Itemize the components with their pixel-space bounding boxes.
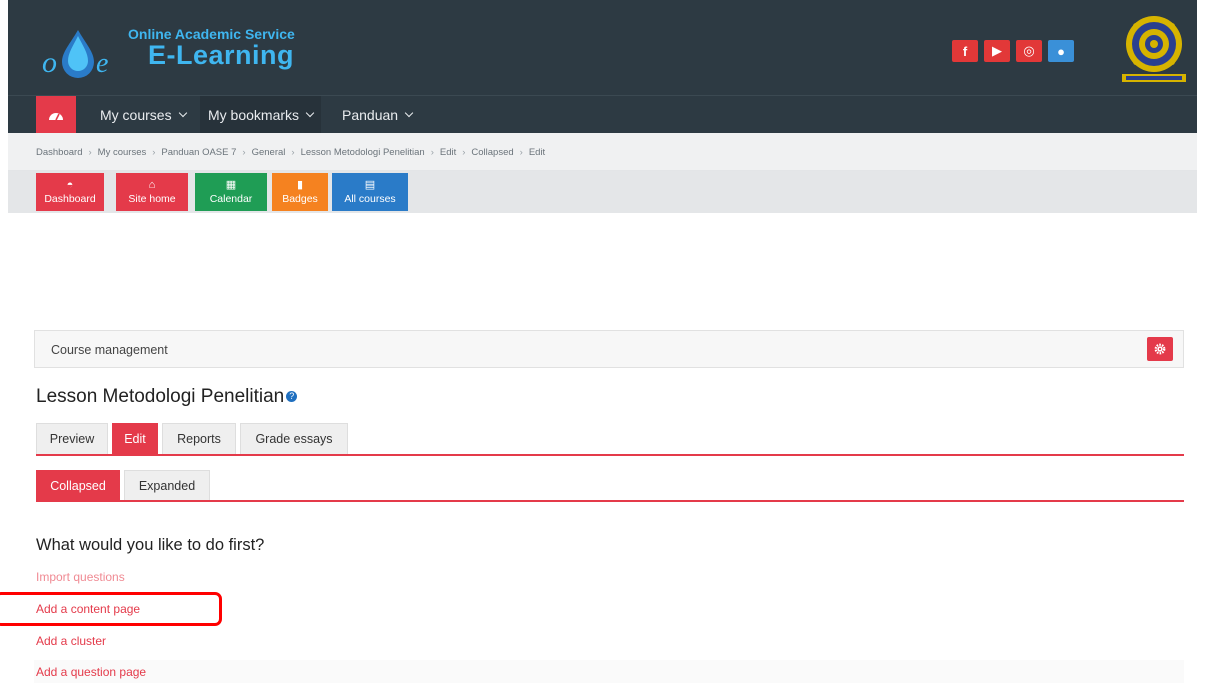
course-management-bar: Course management (34, 330, 1184, 368)
breadcrumb-item[interactable]: Edit (440, 147, 456, 158)
chevron-right-icon: › (291, 147, 295, 158)
tab-reports[interactable]: Reports (162, 423, 236, 454)
page-title: Lesson Metodologi Penelitian? (36, 386, 298, 408)
edit-mode-tabs: Collapsed Expanded (36, 470, 1184, 502)
list-item (34, 660, 1184, 683)
facebook-icon[interactable]: f (952, 40, 978, 62)
calendar-icon: ▦ (225, 178, 237, 191)
course-management-label: Course management (51, 343, 168, 357)
calendar-button-label: Calendar (209, 192, 253, 205)
add-question-page-link[interactable]: Add a question page (36, 665, 146, 679)
youtube-icon[interactable]: ▶ (984, 40, 1010, 62)
badges-button-label: Badges (282, 192, 318, 205)
chevron-down-icon (178, 108, 187, 118)
tab-edit[interactable]: Edit (112, 423, 158, 454)
breadcrumb-item[interactable]: Lesson Metodologi Penelitian (301, 147, 425, 158)
chevron-right-icon: › (88, 147, 92, 158)
site-home-button[interactable]: ⌂ Site home (116, 173, 188, 211)
website-icon[interactable]: ● (1048, 40, 1074, 62)
nav-panduan-label: Panduan (342, 107, 399, 123)
tab-grade-essays[interactable]: Grade essays (240, 423, 348, 454)
site-header: o e Online Academic Service E-Learning f… (8, 0, 1197, 95)
chevron-right-icon: › (519, 147, 523, 158)
section-heading: What would you like to do first? (36, 536, 265, 554)
all-courses-button-label: All courses (344, 192, 396, 205)
dashboard-icon: ◓ (66, 178, 74, 191)
nav-home-button[interactable] (36, 96, 76, 134)
chevron-right-icon: › (430, 147, 434, 158)
breadcrumb-item: Edit (528, 147, 546, 158)
tab-collapsed[interactable]: Collapsed (36, 470, 120, 500)
breadcrumb-item[interactable]: My courses (98, 147, 147, 158)
all-courses-button[interactable]: ▤ All courses (332, 173, 408, 211)
chevron-right-icon: › (242, 147, 246, 158)
tab-preview[interactable]: Preview (36, 423, 108, 454)
nav-my-courses[interactable]: My courses (100, 96, 187, 134)
calendar-button[interactable]: ▦ Calendar (195, 173, 267, 211)
svg-text:o: o (42, 46, 57, 78)
breadcrumb-bar: Dashboard › My courses › Panduan OASE 7 › G… (8, 133, 1197, 171)
main-navigation: My courses My bookmarks Panduan (8, 95, 1197, 134)
logo-title: E-Learning (148, 40, 295, 70)
nav-panduan[interactable]: Panduan (342, 96, 414, 134)
site-home-button-label: Site home (128, 192, 176, 205)
breadcrumb: Dashboard › My courses › Panduan OASE 7 › G… (36, 147, 545, 158)
university-emblem-icon (1122, 16, 1186, 82)
chevron-right-icon: › (462, 147, 466, 158)
breadcrumb-item[interactable]: Dashboard (36, 147, 82, 158)
import-questions-link[interactable]: Import questions (36, 570, 125, 584)
page-title-text: Lesson Metodologi Penelitian (36, 386, 285, 407)
dashboard-icon (49, 113, 63, 121)
lesson-tabs: Preview Edit Reports Grade essays (36, 423, 1184, 456)
dashboard-button[interactable]: ◓ Dashboard (36, 173, 104, 211)
chevron-down-icon (404, 108, 414, 118)
chevron-down-icon (305, 108, 315, 118)
tab-expanded[interactable]: Expanded (124, 470, 210, 500)
bookmark-icon: ▮ (296, 178, 304, 191)
logo-drops-icon: o e (42, 30, 108, 78)
home-icon: ⌂ (148, 178, 156, 191)
nav-my-bookmarks[interactable]: My bookmarks (200, 96, 322, 134)
breadcrumb-item[interactable]: General (252, 147, 286, 158)
svg-text:e: e (96, 48, 108, 78)
help-icon[interactable]: ? (286, 391, 298, 403)
nav-my-bookmarks-label: My bookmarks (208, 107, 300, 123)
chevron-right-icon: › (152, 147, 156, 158)
social-links: f ▶ ◎ ● (952, 40, 1074, 62)
breadcrumb-item[interactable]: Collapsed (471, 147, 513, 158)
site-logo[interactable]: o e (38, 22, 133, 78)
highlight-annotation (0, 592, 222, 626)
badges-button[interactable]: ▮ Badges (272, 173, 328, 211)
course-settings-button[interactable] (1147, 337, 1173, 361)
add-cluster-link[interactable]: Add a cluster (36, 634, 106, 648)
breadcrumb-item[interactable]: Panduan OASE 7 (161, 147, 236, 158)
instagram-icon[interactable]: ◎ (1016, 40, 1042, 62)
nav-my-courses-label: My courses (100, 107, 172, 123)
book-icon: ▤ (364, 178, 376, 191)
dashboard-button-label: Dashboard (44, 192, 96, 205)
gear-icon (1154, 343, 1166, 355)
quick-links-bar: ◓ Dashboard ⌂ Site home ▦ Calendar ▮ Bad… (8, 171, 1197, 213)
